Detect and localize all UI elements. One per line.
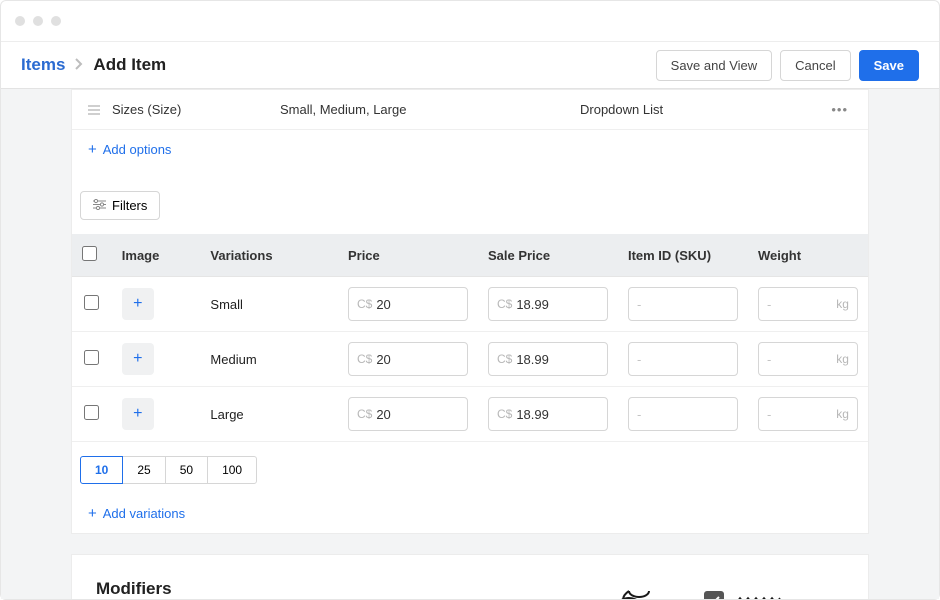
window-close-dot: [15, 16, 25, 26]
plus-icon: +: [133, 405, 142, 423]
col-sale-price: Sale Price: [478, 234, 618, 277]
table-row: + Medium C$ C$ kg: [72, 332, 868, 387]
breadcrumb: Items Add Item: [21, 55, 166, 75]
window-min-dot: [33, 16, 43, 26]
modifiers-panel: Modifiers Allow your shoppers to customi…: [71, 554, 869, 599]
variations-panel: Sizes (Size) Small, Medium, Large Dropdo…: [71, 89, 869, 534]
variation-name: Small: [200, 277, 338, 332]
weight-input[interactable]: [767, 407, 836, 422]
row-checkbox[interactable]: [84, 405, 99, 420]
option-row: Sizes (Size) Small, Medium, Large Dropdo…: [72, 90, 868, 130]
weight-unit: kg: [836, 297, 849, 311]
currency-prefix: C$: [497, 407, 512, 421]
sale-price-input[interactable]: [516, 352, 599, 367]
weight-input[interactable]: [767, 297, 836, 312]
select-all-checkbox[interactable]: [82, 246, 97, 261]
weight-input[interactable]: [767, 352, 836, 367]
page-size-10[interactable]: 10: [80, 456, 123, 484]
add-options-link[interactable]: + Add options: [72, 130, 868, 169]
col-sku: Item ID (SKU): [618, 234, 748, 277]
option-name: Sizes (Size): [100, 102, 280, 117]
zigzag-icon: [736, 596, 784, 599]
sale-price-input[interactable]: [516, 297, 599, 312]
variations-table: Image Variations Price Sale Price Item I…: [72, 234, 868, 442]
col-variations: Variations: [200, 234, 338, 277]
modifiers-illustration: [584, 579, 844, 599]
plus-icon: +: [133, 350, 142, 368]
table-row: + Small C$ C$ kg: [72, 277, 868, 332]
filters-label: Filters: [112, 198, 147, 213]
modifier-option-1: [704, 591, 784, 599]
sku-input[interactable]: [637, 407, 729, 422]
weight-unit: kg: [836, 407, 849, 421]
browser-titlebar: [1, 1, 939, 41]
plus-icon: +: [88, 506, 97, 521]
add-image-button[interactable]: +: [122, 288, 154, 320]
col-weight: Weight: [748, 234, 868, 277]
sale-price-input[interactable]: [516, 407, 599, 422]
price-input[interactable]: [376, 407, 459, 422]
breadcrumb-current: Add Item: [93, 55, 166, 75]
variation-name: Large: [200, 387, 338, 442]
window-max-dot: [51, 16, 61, 26]
add-options-label: Add options: [103, 142, 172, 157]
sku-input[interactable]: [637, 297, 729, 312]
price-input[interactable]: [376, 297, 459, 312]
currency-prefix: C$: [357, 407, 372, 421]
drag-handle-icon[interactable]: [88, 105, 100, 115]
checkbox-checked-icon: [704, 591, 724, 599]
plus-icon: +: [133, 295, 142, 313]
col-image: Image: [112, 234, 201, 277]
save-and-view-button[interactable]: Save and View: [656, 50, 773, 81]
currency-prefix: C$: [497, 352, 512, 366]
breadcrumb-items-link[interactable]: Items: [21, 55, 65, 75]
page-header: Items Add Item Save and View Cancel Save: [1, 41, 939, 89]
row-checkbox[interactable]: [84, 350, 99, 365]
add-variations-label: Add variations: [103, 506, 185, 521]
currency-prefix: C$: [497, 297, 512, 311]
weight-unit: kg: [836, 352, 849, 366]
option-values: Small, Medium, Large: [280, 102, 580, 117]
sliders-icon: [93, 198, 106, 213]
page-size-100[interactable]: 100: [207, 456, 257, 484]
tshirt-icon: [584, 585, 674, 599]
add-image-button[interactable]: +: [122, 398, 154, 430]
currency-prefix: C$: [357, 352, 372, 366]
modifiers-title: Modifiers: [96, 579, 554, 599]
row-checkbox[interactable]: [84, 295, 99, 310]
plus-icon: +: [88, 142, 97, 157]
currency-prefix: C$: [357, 297, 372, 311]
page-size-25[interactable]: 25: [122, 456, 165, 484]
add-variations-link[interactable]: + Add variations: [72, 494, 868, 533]
add-image-button[interactable]: +: [122, 343, 154, 375]
more-actions-icon[interactable]: •••: [831, 102, 852, 117]
option-type: Dropdown List: [580, 102, 770, 117]
save-button[interactable]: Save: [859, 50, 919, 81]
sku-input[interactable]: [637, 352, 729, 367]
filters-button[interactable]: Filters: [80, 191, 160, 220]
variation-name: Medium: [200, 332, 338, 387]
table-row: + Large C$ C$ kg: [72, 387, 868, 442]
col-price: Price: [338, 234, 478, 277]
chevron-right-icon: [75, 57, 83, 73]
price-input[interactable]: [376, 352, 459, 367]
page-size-selector: 102550100: [72, 442, 868, 494]
page-size-50[interactable]: 50: [165, 456, 208, 484]
cancel-button[interactable]: Cancel: [780, 50, 850, 81]
